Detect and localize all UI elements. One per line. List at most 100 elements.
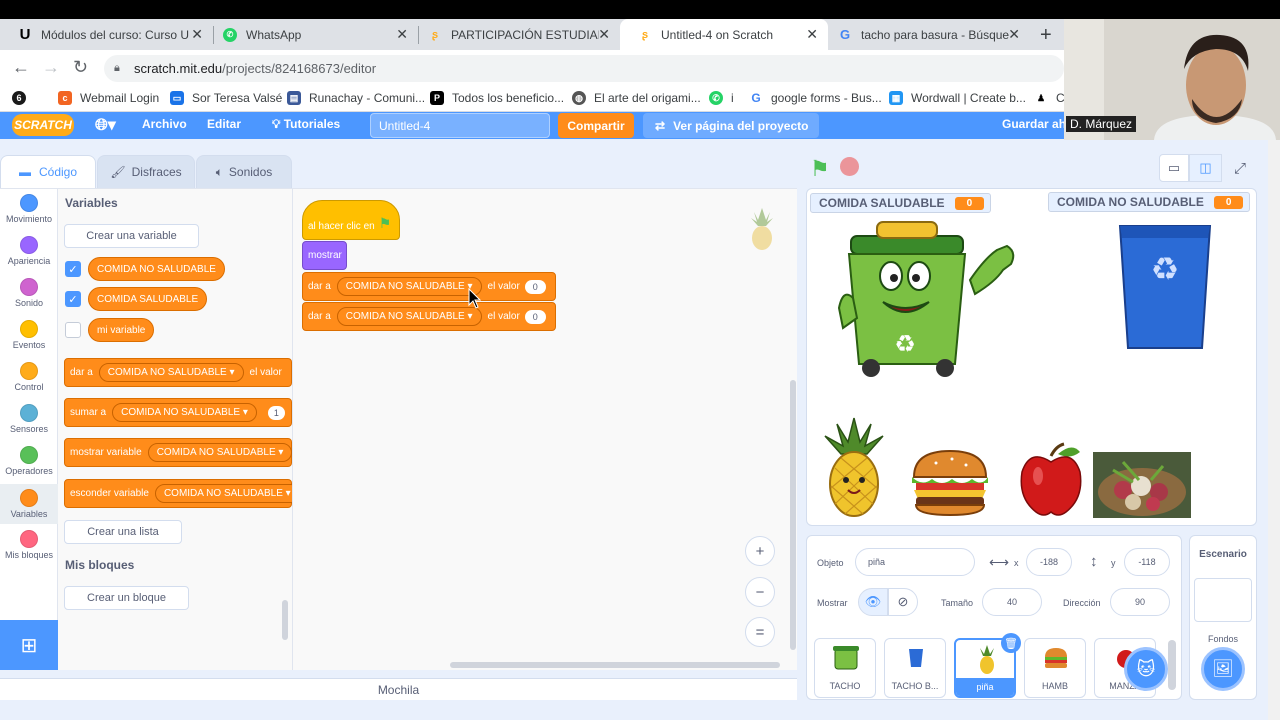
green-trash-can-sprite[interactable]: ♻	[835, 218, 1020, 380]
hide-variable-block[interactable]: esconder variable COMIDA NO SALUDABLE ▾	[64, 479, 300, 508]
category-looks[interactable]: Apariencia	[0, 236, 58, 266]
small-stage-icon[interactable]: ▭	[1159, 154, 1189, 182]
share-button[interactable]: Compartir	[558, 113, 634, 138]
set-variable-block[interactable]: dar a COMIDA NO SALUDABLE ▾ el valor 0	[302, 302, 556, 331]
make-block-button[interactable]: Crear un bloque	[64, 586, 189, 610]
tab-sounds[interactable]: 🔈︎ Sonidos	[196, 155, 292, 188]
make-variable-button[interactable]: Crear una variable	[64, 224, 199, 248]
bookmark-google-forms[interactable]: Ggoogle forms - Bus...	[749, 90, 881, 106]
browser-tab-2[interactable]: ✆ WhatsApp ✕	[205, 19, 418, 50]
script-area[interactable]	[292, 188, 797, 670]
variable-dropdown[interactable]: COMIDA NO SALUDABLE ▾	[154, 484, 300, 503]
vegetables-basket-sprite[interactable]	[1093, 452, 1191, 518]
category-events[interactable]: Eventos	[0, 320, 58, 350]
y-position-input[interactable]: -118	[1124, 548, 1170, 576]
forward-icon[interactable]: →	[42, 57, 60, 78]
new-tab-icon[interactable]: +	[1040, 24, 1052, 47]
close-icon[interactable]: ✕	[598, 26, 610, 43]
when-flag-clicked-block[interactable]: al hacer clic en ⚑	[302, 200, 400, 240]
bookmark-sor-teresa[interactable]: ▭ Sor Teresa Valsé	[170, 90, 282, 106]
category-sensing[interactable]: Sensores	[0, 404, 58, 434]
make-list-button[interactable]: Crear una lista	[64, 520, 182, 544]
variable-dropdown[interactable]: COMIDA NO SALUDABLE ▾	[336, 307, 482, 326]
browser-tab-5[interactable]: G tacho para basura - Búsqueda ✕	[820, 19, 1030, 50]
close-icon[interactable]: ✕	[806, 26, 818, 43]
variable-dropdown[interactable]: COMIDA NO SALUDABLE ▾	[147, 443, 293, 462]
url-bar[interactable]: 🔒︎ scratch.mit.edu/projects/824168673/ed…	[104, 55, 1064, 82]
green-flag-icon[interactable]: ⚑	[810, 156, 830, 182]
close-icon[interactable]: ✕	[191, 26, 203, 43]
backpack[interactable]: Mochila	[0, 678, 797, 700]
blue-recycle-bin-sprite[interactable]: ♻	[1116, 220, 1214, 352]
number-input[interactable]: 0	[524, 279, 546, 294]
add-extension-icon[interactable]: ⊞	[0, 620, 58, 670]
stop-icon[interactable]	[840, 157, 859, 176]
pineapple-sprite[interactable]	[817, 416, 891, 520]
tab-costumes[interactable]: 🖌︎ Disfraces	[97, 155, 195, 188]
category-operators[interactable]: Operadores	[0, 446, 58, 476]
x-position-input[interactable]: -188	[1026, 548, 1072, 576]
browser-tab-1[interactable]: U Módulos del curso: Curso Ur ✕	[0, 19, 213, 50]
show-variable-block[interactable]: mostrar variable COMIDA NO SALUDABLE ▾	[64, 438, 293, 467]
variable-dropdown[interactable]: COMIDA NO SALUDABLE ▾	[112, 403, 257, 422]
direction-input[interactable]: 90	[1110, 588, 1170, 616]
sprite-name-input[interactable]: piña	[855, 548, 975, 576]
category-control[interactable]: Control	[0, 362, 58, 392]
bookmark-beneficios[interactable]: P Todos los beneficio...	[430, 90, 564, 106]
browser-tab-4[interactable]: ʂ Untitled-4 on Scratch ✕	[620, 19, 828, 50]
bookmark-wordwall[interactable]: ▦ Wordwall | Create b...	[889, 90, 1026, 106]
variable-dropdown[interactable]: COMIDA NO SALUDABLE ▾	[336, 277, 482, 296]
bookmark-runachay[interactable]: ▤ Runachay - Comuni...	[287, 90, 425, 106]
bookmark-origami[interactable]: ◍ El arte del origami...	[572, 90, 701, 106]
save-now-button[interactable]: Guardar aho	[1002, 117, 1073, 131]
set-variable-block[interactable]: dar a COMIDA NO SALUDABLE ▾ el valor 0	[302, 272, 556, 301]
category-variables[interactable]: Variables	[0, 484, 58, 524]
number-input[interactable]: 1	[267, 405, 285, 420]
close-icon[interactable]: ✕	[396, 26, 408, 43]
bookmark-icon[interactable]: 6	[12, 90, 34, 106]
sprite-list-scrollbar[interactable]	[1168, 640, 1176, 690]
reload-icon[interactable]: ↻	[73, 57, 88, 78]
category-my-blocks[interactable]: Mis bloques	[0, 530, 58, 560]
tab-code[interactable]: ▬ Código	[0, 155, 96, 188]
palette-scrollbar[interactable]	[282, 600, 288, 640]
browser-tab-3[interactable]: ʂ PARTICIPACIÓN ESTUDIANTIL ✕	[410, 19, 620, 50]
show-block[interactable]: mostrar	[302, 241, 347, 270]
fullscreen-icon[interactable]: ⤢	[1224, 154, 1256, 182]
change-variable-block[interactable]: sumar a COMIDA NO SALUDABLE ▾ 1	[64, 398, 292, 427]
checkbox-comida-no-saludable[interactable]: ✓	[65, 261, 81, 277]
menu-file[interactable]: Archivo	[142, 117, 187, 131]
menu-edit[interactable]: Editar	[207, 117, 241, 131]
add-backdrop-icon[interactable]: 🖼︎	[1201, 647, 1245, 691]
zoom-reset-icon[interactable]: =	[745, 617, 775, 647]
show-eye-icon[interactable]: 👁︎	[858, 588, 888, 616]
category-sound[interactable]: Sonido	[0, 278, 58, 308]
hide-eye-icon[interactable]: ⊘	[888, 588, 918, 616]
set-variable-block[interactable]: dar a COMIDA NO SALUDABLE ▾ el valor	[64, 358, 292, 387]
scratch-logo[interactable]: SCRATCH	[12, 114, 74, 136]
back-icon[interactable]: ←	[12, 57, 30, 78]
number-input[interactable]: 0	[524, 309, 546, 324]
sprite-thumb[interactable]: TACHO B...	[884, 638, 946, 698]
variable-dropdown[interactable]: COMIDA NO SALUDABLE ▾	[98, 363, 244, 382]
size-input[interactable]: 40	[982, 588, 1042, 616]
variable-reporter[interactable]: COMIDA SALUDABLE	[88, 287, 208, 311]
checkbox-comida-saludable[interactable]: ✓	[65, 291, 81, 307]
variable-reporter[interactable]: COMIDA NO SALUDABLE	[88, 257, 225, 281]
apple-sprite[interactable]	[1018, 442, 1084, 518]
vertical-scrollbar[interactable]	[790, 380, 796, 650]
sprite-thumb[interactable]: HAMB	[1024, 638, 1086, 698]
variable-monitor[interactable]: COMIDA NO SALUDABLE 0	[1048, 192, 1251, 212]
project-title-input[interactable]: Untitled-4	[370, 113, 550, 138]
add-sprite-icon[interactable]: 🐱︎	[1124, 647, 1168, 691]
zoom-out-icon[interactable]: −	[745, 577, 775, 607]
delete-sprite-icon[interactable]: 🗑︎	[1001, 633, 1021, 653]
hamburger-sprite[interactable]	[908, 447, 992, 517]
backdrop-thumbnail[interactable]	[1194, 578, 1252, 622]
close-icon[interactable]: ✕	[1008, 26, 1020, 43]
category-motion[interactable]: Movimiento	[0, 194, 58, 224]
page-scrollbar[interactable]	[1268, 112, 1280, 720]
variable-monitor[interactable]: COMIDA SALUDABLE 0	[810, 193, 992, 213]
horizontal-scrollbar[interactable]	[450, 662, 780, 668]
normal-stage-icon[interactable]: ◫	[1189, 154, 1222, 182]
